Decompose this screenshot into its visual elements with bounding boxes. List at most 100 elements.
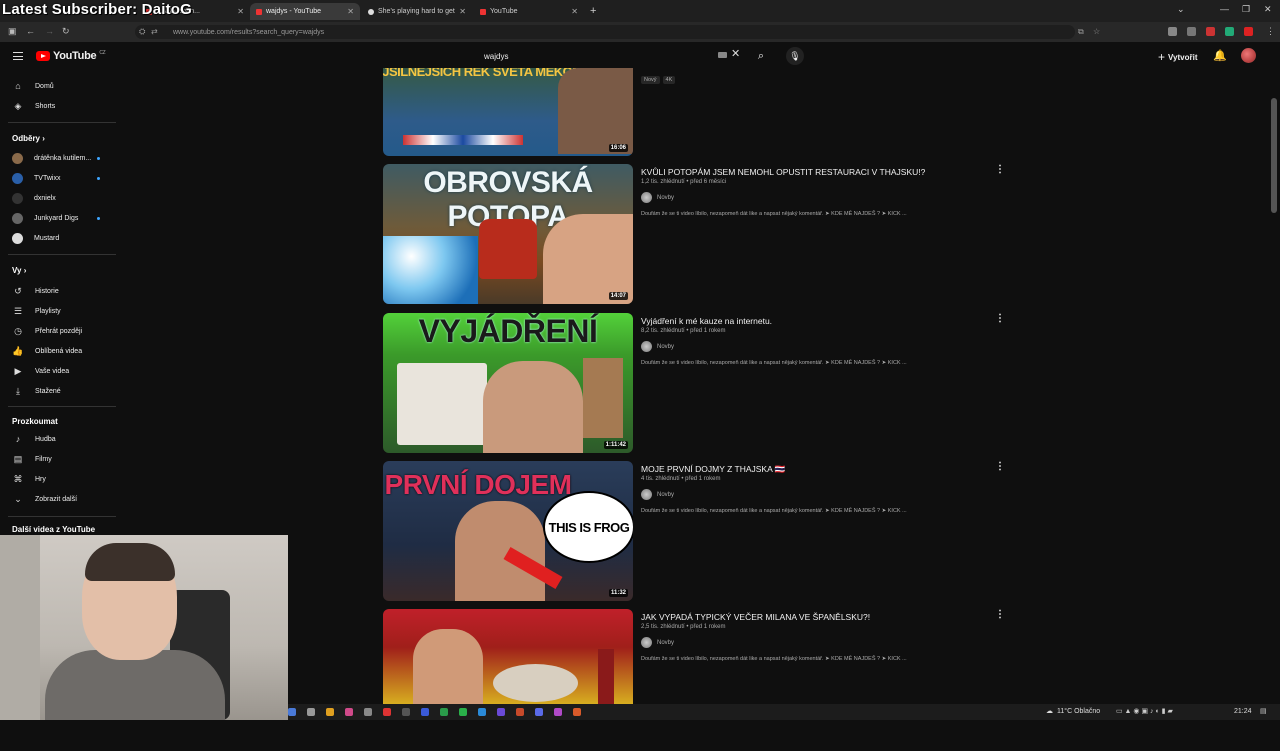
- weather-widget[interactable]: ☁ 11°C Oblačno: [1046, 707, 1100, 716]
- channel-avatar[interactable]: [641, 489, 652, 500]
- app-icon[interactable]: [516, 708, 524, 716]
- browser-tab-active[interactable]: wajdys - YouTube ✕: [250, 3, 360, 20]
- channel-name[interactable]: Novby: [657, 344, 674, 350]
- more-options-icon[interactable]: ⋮: [995, 462, 1005, 472]
- notifications-bell-icon[interactable]: 🔔: [1213, 49, 1227, 62]
- app-icon[interactable]: [554, 708, 562, 716]
- video-thumbnail[interactable]: VYJÁDŘENÍ 1:11:42: [383, 313, 633, 453]
- channel-name[interactable]: Novby: [657, 492, 674, 498]
- close-icon[interactable]: ✕: [571, 7, 578, 16]
- sidebar-item-films[interactable]: ▤ Filmy: [0, 450, 118, 468]
- clear-search-icon[interactable]: ✕: [731, 47, 740, 60]
- video-title[interactable]: MOJE PRVNÍ DOJMY Z THAJSKA 🇹🇭: [641, 463, 981, 475]
- video-result[interactable]: VYJÁDŘENÍ 1:11:42 Vyjádření k mé kauze n…: [383, 313, 1005, 455]
- sidebar-item-your-videos[interactable]: ▶ Vaše videa: [0, 362, 118, 380]
- sidebar-item-show-more[interactable]: ⌄ Zobrazit další: [0, 490, 118, 508]
- app-icon[interactable]: [497, 708, 505, 716]
- address-bar[interactable]: ⛭ ⇄ www.youtube.com/results?search_query…: [135, 25, 1100, 39]
- app-icon[interactable]: [573, 708, 581, 716]
- notification-center-icon[interactable]: ▤: [1260, 707, 1267, 715]
- app-icon[interactable]: [440, 708, 448, 716]
- channel-avatar[interactable]: [641, 341, 652, 352]
- sidebar-item-shorts[interactable]: ◈ Shorts: [0, 97, 118, 115]
- menu-icon[interactable]: ⋮: [1266, 26, 1275, 37]
- search-input[interactable]: wajdys: [476, 47, 746, 66]
- app-icon[interactable]: [535, 708, 543, 716]
- sidebar-item-home[interactable]: ⌂ Domů: [0, 77, 118, 95]
- create-button[interactable]: + Vytvořit: [1158, 50, 1198, 64]
- page-scrollbar[interactable]: [1271, 98, 1277, 213]
- hamburger-menu-icon[interactable]: [13, 52, 23, 60]
- youtube-logo[interactable]: YouTube CZ: [36, 50, 106, 62]
- video-title[interactable]: KVŮLI POTOPÁM JSEM NEMOHL OPUSTIT RESTAU…: [641, 166, 981, 178]
- app-icon[interactable]: [364, 708, 372, 716]
- video-thumbnail[interactable]: PRVNÍ DOJEM THIS IS FROG 11:32: [383, 461, 633, 601]
- sidebar-item-subscription[interactable]: drátěnka kutilem...: [0, 149, 118, 167]
- extension-icon[interactable]: [1187, 27, 1196, 36]
- subscriptions-heading[interactable]: Odběry ›: [12, 134, 45, 143]
- sidebar-item-games[interactable]: ⌘ Hry: [0, 470, 118, 488]
- restore-icon[interactable]: ❐: [1242, 4, 1250, 15]
- sidebar-item-music[interactable]: ♪ Hudba: [0, 430, 118, 448]
- video-result[interactable]: JAK VYPADÁ TYPICKÝ VEČER MILANA VE ŠPANĚ…: [383, 609, 1005, 751]
- sidebar-item-history[interactable]: ↺ Historie: [0, 282, 118, 300]
- video-result[interactable]: OBROVSKÁ POTOPA 14:07 KVŮLI POTOPÁM JSEM…: [383, 164, 1005, 306]
- app-icon[interactable]: [478, 708, 486, 716]
- video-thumbnail[interactable]: NEJSILNĚJŠÍCH ŘEK SVĚTA MEKONG 16:06: [383, 68, 633, 156]
- channel-avatar[interactable]: [641, 637, 652, 648]
- site-info-icon[interactable]: ⛭: [139, 27, 145, 37]
- video-title[interactable]: JAK VYPADÁ TYPICKÝ VEČER MILANA VE ŠPANĚ…: [641, 611, 981, 623]
- extension-icon[interactable]: [1206, 27, 1215, 36]
- channel-row[interactable]: Novby: [641, 341, 981, 352]
- close-window-icon[interactable]: ✕: [1264, 4, 1272, 15]
- video-result[interactable]: NEJSILNĚJŠÍCH ŘEK SVĚTA MEKONG 16:06 Nov…: [383, 68, 1003, 158]
- sidebar-item-playlists[interactable]: ☰ Playlisty: [0, 302, 118, 320]
- browser-tab[interactable]: YouTube ✕: [474, 3, 584, 20]
- sidebar-item-subscription[interactable]: dxnielx: [0, 189, 118, 207]
- app-icon[interactable]: [459, 708, 467, 716]
- browser-tab[interactable]: She's playing hard to get ✕: [362, 3, 472, 20]
- close-icon[interactable]: ✕: [237, 7, 244, 16]
- search-button[interactable]: ⌕: [748, 47, 774, 66]
- sidebar-item-watch-later[interactable]: ◷ Přehrát později: [0, 322, 118, 340]
- sidebar-item-subscription[interactable]: TVTwixx: [0, 169, 118, 187]
- channel-row[interactable]: Novby: [641, 489, 981, 500]
- video-result[interactable]: PRVNÍ DOJEM THIS IS FROG 11:32 MOJE PRVN…: [383, 461, 1005, 603]
- reload-icon[interactable]: ↻: [62, 26, 70, 37]
- new-tab-button[interactable]: +: [590, 5, 596, 17]
- close-icon[interactable]: ✕: [347, 7, 354, 16]
- tab-list-icon[interactable]: ⌄: [1177, 4, 1185, 15]
- minimize-icon[interactable]: —: [1220, 4, 1229, 14]
- you-heading[interactable]: Vy ›: [12, 266, 26, 275]
- channel-name[interactable]: Novby: [657, 640, 674, 646]
- app-icon[interactable]: [288, 708, 296, 716]
- forward-icon[interactable]: →: [45, 26, 54, 36]
- channel-row[interactable]: Novby: [641, 192, 981, 203]
- video-thumbnail[interactable]: [383, 609, 633, 705]
- more-options-icon[interactable]: ⋮: [995, 314, 1005, 324]
- sidebar-item-subscription[interactable]: Mustard: [0, 229, 118, 247]
- more-options-icon[interactable]: ⋮: [995, 165, 1005, 175]
- translate-icon[interactable]: ⧉: [1078, 27, 1084, 37]
- extension-icon[interactable]: [1225, 27, 1234, 36]
- bookmark-star-icon[interactable]: ☆: [1093, 27, 1100, 36]
- app-icon[interactable]: [345, 708, 353, 716]
- avatar[interactable]: [1241, 48, 1256, 63]
- app-icon[interactable]: [421, 708, 429, 716]
- extension-icon[interactable]: [1168, 27, 1177, 36]
- app-icon[interactable]: [326, 708, 334, 716]
- keyboard-icon[interactable]: [718, 52, 727, 58]
- channel-name[interactable]: Novby: [657, 195, 674, 201]
- app-icon[interactable]: [402, 708, 410, 716]
- app-icon[interactable]: [307, 708, 315, 716]
- system-tray-icons[interactable]: ▭ ▲ ◉ ▣ ♪ ◐ ▮ ▰: [1116, 707, 1173, 715]
- voice-search-button[interactable]: 🎙: [786, 47, 804, 65]
- share-icon[interactable]: ⇄: [151, 27, 158, 36]
- browser-app-icon[interactable]: [383, 708, 391, 716]
- sidebar-item-liked[interactable]: 👍 Oblíbená videa: [0, 342, 118, 360]
- video-title[interactable]: Vyjádření k mé kauze na internetu.: [641, 315, 981, 327]
- sidebar-item-downloads[interactable]: ⤓ Stažené: [0, 382, 118, 400]
- channel-row[interactable]: Novby: [641, 637, 981, 648]
- sidebar-item-subscription[interactable]: Junkyard Digs: [0, 209, 118, 227]
- extension-icon[interactable]: [1244, 27, 1253, 36]
